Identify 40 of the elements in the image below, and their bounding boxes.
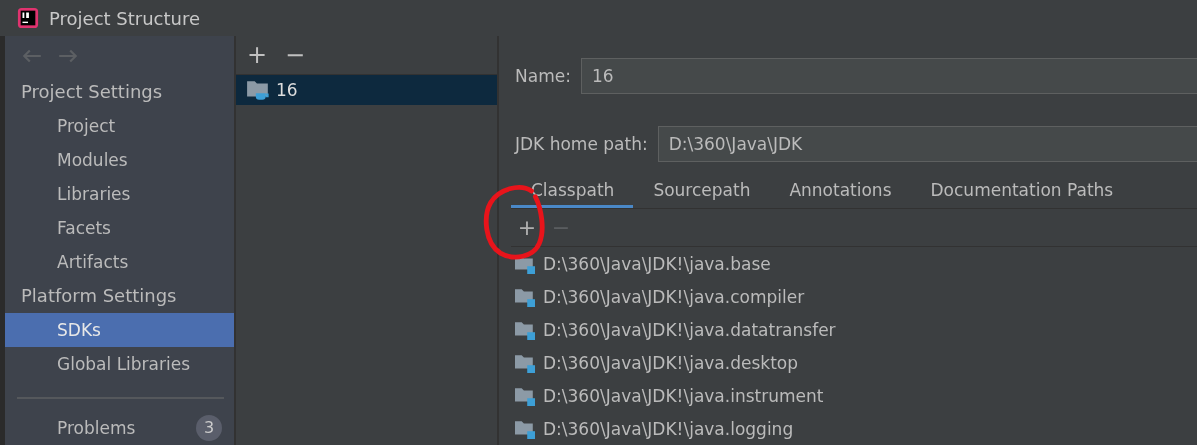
tab[interactable]: Classpath [511,172,634,208]
classpath-entry[interactable]: D:\360\Java\JDK!\java.instrument [543,385,824,406]
tab[interactable]: Annotations [769,172,911,208]
classpath-entry[interactable]: D:\360\Java\JDK!\java.desktop [543,352,798,373]
home-path-field[interactable]: D:\360\Java\JDK [657,126,1197,162]
module-icon [515,352,535,373]
folder-cup-icon [246,79,270,101]
app-logo-icon [17,7,39,29]
classpath-entry[interactable]: D:\360\Java\JDK!\java.base [543,253,771,274]
tab[interactable]: Documentation Paths [910,172,1133,208]
section-header: Project Settings [20,80,164,105]
add-button[interactable]: + [242,41,272,69]
remove-button[interactable]: − [280,41,310,69]
sidebar-item[interactable]: Global Libraries [5,347,234,382]
forward-arrow-icon[interactable] [57,47,79,64]
classpath-entry[interactable]: D:\360\Java\JDK!\java.logging [543,418,794,439]
window-title: Project Structure [49,7,201,29]
field-label: JDK home path: [515,134,648,154]
sdk-name: 16 [276,80,298,100]
sidebar-item[interactable]: Libraries [5,177,234,212]
sdk-item[interactable]: 16 [236,75,497,105]
sidebar-item[interactable]: Project [5,109,234,144]
name-field[interactable]: 16 [580,58,1197,94]
classpath-entry[interactable]: D:\360\Java\JDK!\java.compiler [543,286,805,307]
sidebar-item[interactable]: Artifacts [5,245,234,280]
sidebar-item[interactable]: Modules [5,143,234,178]
add-button[interactable]: + [511,215,543,240]
module-icon [515,385,535,406]
back-arrow-icon[interactable] [21,47,43,64]
section-header: Platform Settings [20,284,178,309]
module-icon [515,418,535,439]
classpath-entry[interactable]: D:\360\Java\JDK!\java.datatransfer [543,319,836,340]
sidebar-item[interactable]: Facets [5,211,234,246]
tab[interactable]: Sourcepath [633,172,770,208]
sidebar-item[interactable]: Problems 3 [5,411,234,445]
sidebar-item[interactable]: SDKs [5,313,234,348]
module-icon [515,286,535,307]
count-badge: 3 [196,415,222,441]
field-label: Name: [515,66,571,86]
module-icon [515,319,535,340]
